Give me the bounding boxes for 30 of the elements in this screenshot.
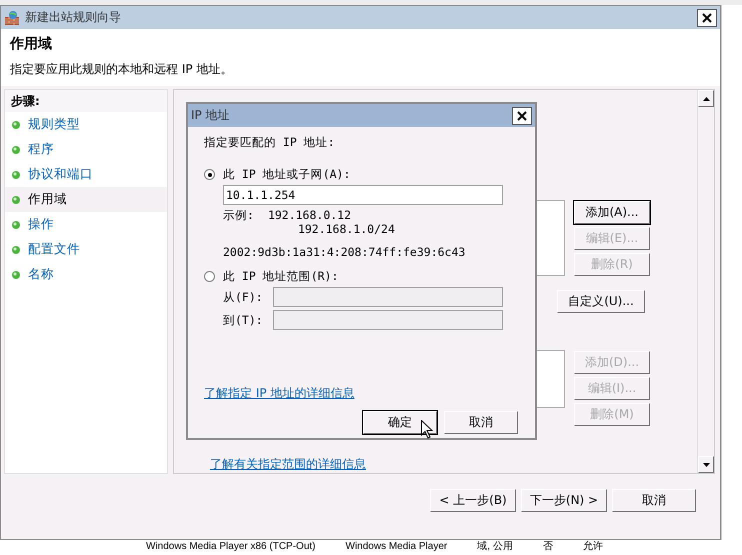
table-cell-text: Windows Media Player x86 (TCP-Out)	[146, 541, 316, 554]
option-label: 此 IP 地址或子网(A):	[223, 167, 350, 182]
dialog-prompt: 指定要匹配的 IP 地址:	[204, 135, 336, 150]
step-item[interactable]: 作用域	[5, 187, 167, 212]
page-title: 作用域	[10, 35, 53, 53]
dialog-button[interactable]: 取消	[444, 411, 518, 434]
table-cell-text: 允许	[582, 541, 603, 554]
page-description: 指定要应用此规则的本地和远程 IP 地址。	[10, 61, 234, 78]
example-text: 2002:9d3b:1a31:4:208:74ff:fe39:6c43	[223, 245, 466, 259]
nav-button[interactable]: < 上一步(B)	[430, 489, 516, 512]
help-link[interactable]: 了解有关指定范围的详细信息	[210, 457, 366, 471]
table-cell-text: 域, 公用	[477, 541, 513, 554]
window-title: 新建出站规则向导	[25, 9, 122, 26]
help-link[interactable]: 了解指定 IP 地址的详细信息	[204, 386, 354, 400]
option-label: 此 IP 地址范围(R):	[223, 269, 338, 284]
example-text: 192.168.1.0/24	[296, 222, 395, 236]
field-label: 到(T):	[223, 312, 261, 328]
field-label: 从(F):	[223, 290, 261, 304]
list-action-button[interactable]: 添加(A)...	[574, 201, 650, 224]
steps-heading: 步骤:	[5, 90, 167, 112]
example-label: 示例:	[223, 208, 254, 223]
dialog-button[interactable]: 确定	[363, 411, 437, 434]
customize-button[interactable]: 自定义(U)...	[557, 290, 645, 313]
address-field[interactable]: 10.1.1.254	[223, 185, 503, 205]
nav-button[interactable]: 取消	[612, 489, 696, 512]
table-cell-text: 否	[542, 541, 553, 554]
table-cell-text: Windows Media Player	[346, 541, 448, 554]
nav-button[interactable]: 下一步(N) >	[521, 489, 607, 512]
dialog-title: IP 地址	[191, 107, 231, 124]
example-text: 192.168.0.12	[268, 208, 352, 222]
